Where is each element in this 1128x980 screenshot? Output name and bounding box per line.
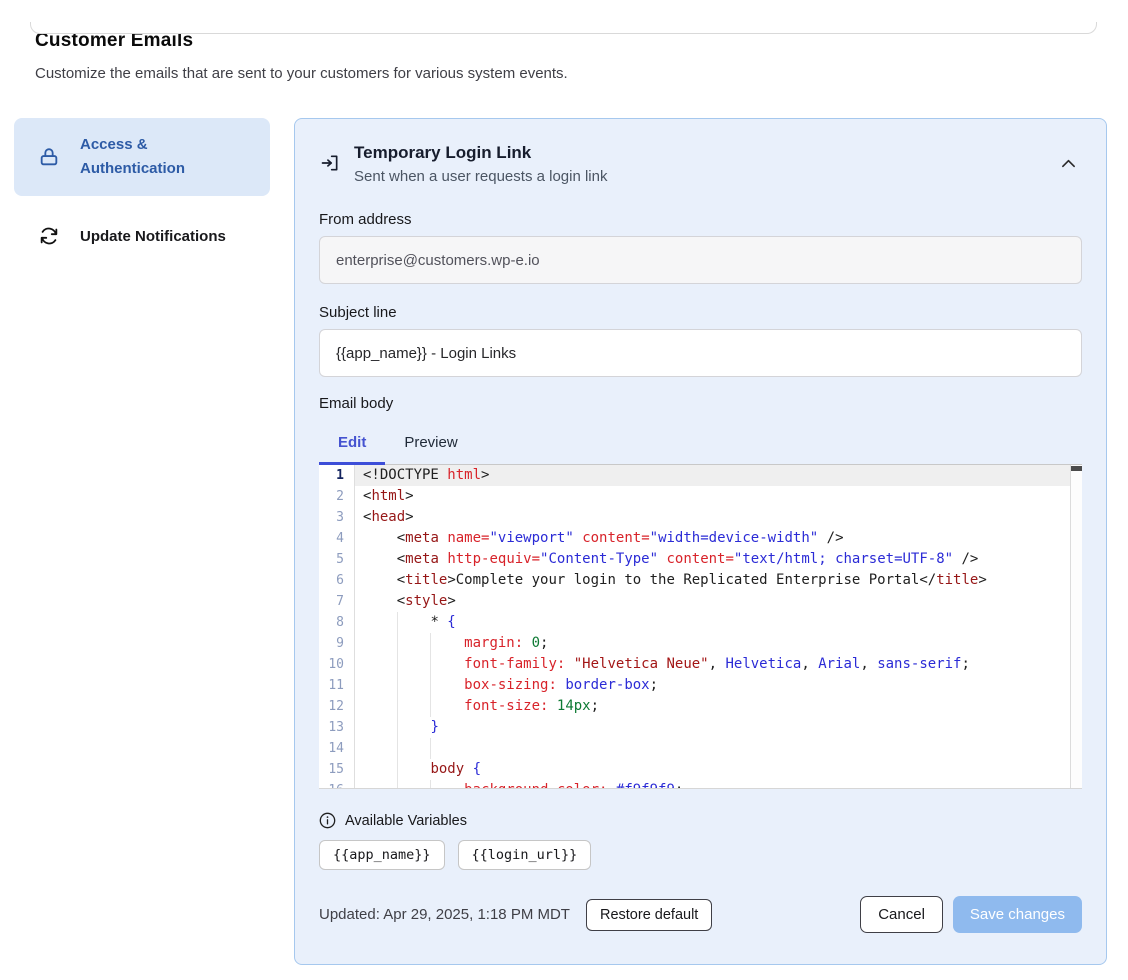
previous-card-bottom-edge	[30, 22, 1097, 34]
variable-chips: {{app_name}} {{login_url}}	[319, 840, 1082, 870]
from-address-input[interactable]	[319, 236, 1082, 284]
line-number: 5	[319, 549, 355, 570]
sidebar-item-label: Access & Authentication	[80, 133, 230, 181]
cancel-button[interactable]: Cancel	[860, 896, 943, 933]
code-line: 1<!DOCTYPE html>	[319, 465, 1070, 486]
save-changes-button[interactable]: Save changes	[953, 896, 1082, 933]
from-address-label: From address	[319, 211, 1082, 228]
sidebar-item-label: Update Notifications	[80, 228, 226, 245]
code-editor[interactable]: 1<!DOCTYPE html>2<html>3<head>4<meta nam…	[319, 464, 1082, 789]
lock-icon	[38, 146, 60, 168]
code-line: 15body {	[319, 759, 1070, 780]
sidebar: Access & Authentication Update Notificat…	[14, 118, 270, 256]
page-header: Customer Emails Customize the emails tha…	[35, 30, 1093, 82]
line-number: 6	[319, 570, 355, 591]
line-number: 4	[319, 528, 355, 549]
line-number: 8	[319, 612, 355, 633]
code-lines: 1<!DOCTYPE html>2<html>3<head>4<meta nam…	[319, 465, 1070, 789]
restore-default-button[interactable]: Restore default	[586, 899, 712, 931]
line-number: 2	[319, 486, 355, 507]
line-number: 9	[319, 633, 355, 654]
sync-icon	[38, 225, 60, 247]
code-line: 2<html>	[319, 486, 1070, 507]
available-variables-row: Available Variables	[319, 812, 1082, 829]
content-layout: Access & Authentication Update Notificat…	[14, 118, 1107, 965]
collapse-panel-button[interactable]	[1055, 151, 1082, 178]
tab-preview[interactable]: Preview	[385, 422, 476, 464]
code-line: 14	[319, 738, 1070, 759]
code-line: 11box-sizing: border-box;	[319, 675, 1070, 696]
login-icon	[320, 153, 340, 173]
line-number: 13	[319, 717, 355, 738]
line-number: 3	[319, 507, 355, 528]
line-number: 12	[319, 696, 355, 717]
line-number: 7	[319, 591, 355, 612]
code-line: 13}	[319, 717, 1070, 738]
line-number: 16	[319, 780, 355, 789]
sidebar-item-update-notifications[interactable]: Update Notifications	[14, 216, 270, 256]
editor-scrollbar-thumb[interactable]	[1071, 466, 1082, 471]
updated-timestamp: Updated: Apr 29, 2025, 1:18 PM MDT	[319, 906, 570, 923]
line-number: 10	[319, 654, 355, 675]
panel-footer: Updated: Apr 29, 2025, 1:18 PM MDT Resto…	[319, 896, 1082, 933]
editor-tabs: Edit Preview	[319, 422, 1082, 464]
sidebar-item-access-authentication[interactable]: Access & Authentication	[14, 118, 270, 196]
code-line: 6<title>Complete your login to the Repli…	[319, 570, 1070, 591]
line-number: 15	[319, 759, 355, 780]
code-line: 4<meta name="viewport" content="width=de…	[319, 528, 1070, 549]
subject-line-input[interactable]	[319, 329, 1082, 377]
email-body-label: Email body	[319, 395, 1082, 412]
line-number: 1	[319, 465, 355, 486]
code-line: 10font-family: "Helvetica Neue", Helveti…	[319, 654, 1070, 675]
variable-chip-login-url[interactable]: {{login_url}}	[458, 840, 592, 870]
page-subtitle: Customize the emails that are sent to yo…	[35, 65, 1093, 82]
variable-chip-app-name[interactable]: {{app_name}}	[319, 840, 445, 870]
code-line: 3<head>	[319, 507, 1070, 528]
line-number: 14	[319, 738, 355, 759]
code-line: 9margin: 0;	[319, 633, 1070, 654]
panel-title: Temporary Login Link	[354, 143, 1055, 163]
code-line: 12font-size: 14px;	[319, 696, 1070, 717]
email-settings-panel: Temporary Login Link Sent when a user re…	[294, 118, 1107, 965]
subject-line-label: Subject line	[319, 304, 1082, 321]
code-line: 7<style>	[319, 591, 1070, 612]
editor-scrollbar[interactable]	[1070, 465, 1082, 788]
code-line: 5<meta http-equiv="Content-Type" content…	[319, 549, 1070, 570]
tab-edit[interactable]: Edit	[319, 422, 385, 464]
panel-subtitle: Sent when a user requests a login link	[354, 168, 1055, 185]
available-variables-label: Available Variables	[345, 813, 467, 829]
line-number: 11	[319, 675, 355, 696]
panel-header: Temporary Login Link Sent when a user re…	[319, 143, 1082, 185]
info-icon	[319, 812, 336, 829]
code-line: 16background-color: #f9f9f9;	[319, 780, 1070, 789]
chevron-up-icon	[1061, 157, 1076, 172]
code-line: 8* {	[319, 612, 1070, 633]
panel-titles: Temporary Login Link Sent when a user re…	[354, 143, 1055, 185]
